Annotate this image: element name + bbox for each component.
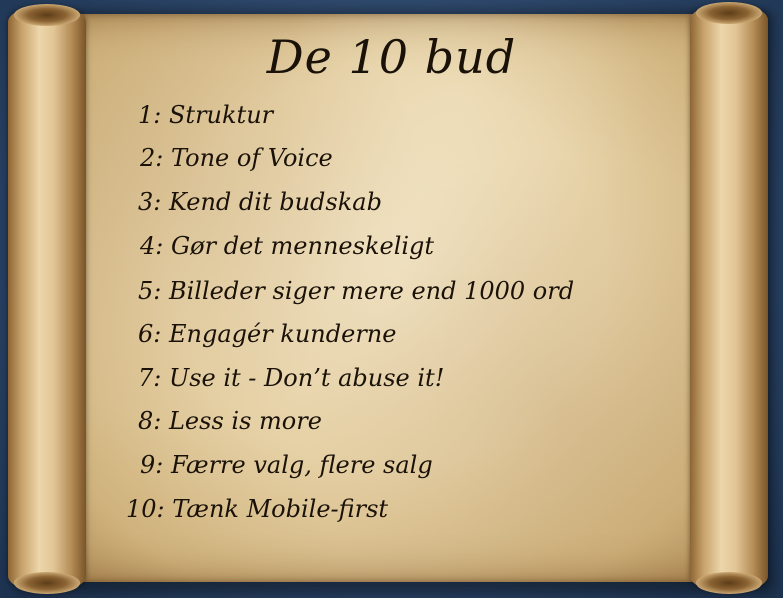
rule-item-4: 4: Gør det menneskeligt [140, 232, 435, 260]
rule-item-2: 2: Tone of Voice [140, 144, 333, 172]
rule-item-6: 6: Engagér kunderne [138, 320, 397, 348]
rule-item-9: 9: Færre valg, flere salg [140, 451, 433, 479]
rule-item-3: 3: Kend dit budskab [138, 188, 382, 216]
slide-title: De 10 bud [266, 30, 517, 84]
rule-item-7: 7: Use it - Don’t abuse it! [138, 364, 445, 392]
rule-item-8: 8: Less is more [138, 407, 322, 435]
slide-content: De 10 bud 1: Struktur 2: Tone of Voice 3… [0, 0, 783, 598]
rule-item-5: 5: Billeder siger mere end 1000 ord [138, 277, 575, 305]
rule-item-1: 1: Struktur [138, 101, 274, 129]
rule-item-10: 10: Tænk Mobile-first [126, 495, 389, 523]
